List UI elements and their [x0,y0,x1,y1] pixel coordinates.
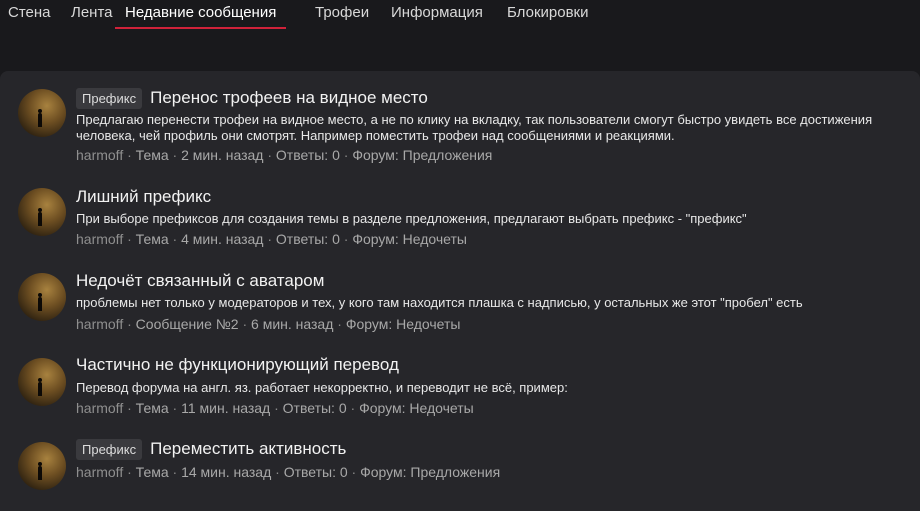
avatar[interactable] [18,358,66,406]
tab-label: Стена [8,4,51,21]
tab-label: Недавние сообщения [125,4,277,21]
tab-trophies[interactable]: Трофеи [315,0,369,30]
content-type: Тема [135,147,169,163]
post-snippet[interactable]: При выборе префиксов для создания темы в… [76,211,876,227]
post-meta: harmoff · Сообщение №2 · 6 мин. назад · … [76,316,461,332]
tab-label: Лента [71,4,113,21]
content-type: Тема [135,400,169,416]
post-time: 11 мин. назад [181,400,271,416]
content-type: Тема [135,464,169,480]
author-link[interactable]: harmoff [76,147,123,163]
tab-label: Трофеи [315,4,370,21]
post-title-row: Частично не функционирующий перевод [76,354,399,376]
forum-link[interactable]: Форум: Недочеты [359,400,474,416]
author-link[interactable]: harmoff [76,400,123,416]
post-snippet[interactable]: Предлагаю перенести трофеи на видное мес… [76,112,876,144]
avatar[interactable] [18,188,66,236]
profile-tabs: Стена Лента Недавние сообщения Трофеи Ин… [0,0,920,30]
tab-label: Блокировки [507,4,589,21]
post-time: 6 мин. назад [251,316,334,332]
post-snippet[interactable]: проблемы нет только у модераторов и тех,… [76,295,876,311]
prefix-badge[interactable]: Префикс [76,87,143,109]
reply-count: Ответы: 0 [283,464,348,480]
author-link[interactable]: harmoff [76,464,123,480]
tab-label: Информация [391,4,483,21]
tab-wall[interactable]: Стена [8,0,51,30]
reply-count: Ответы: 0 [275,231,340,247]
avatar[interactable] [18,442,66,490]
recent-posts-panel: Префикс Перенос трофеев на видное место … [0,71,920,511]
forum-link[interactable]: Форум: Недочеты [352,231,467,247]
post-meta: harmoff · Тема · 4 мин. назад · Ответы: … [76,231,467,247]
reply-count: Ответы: 0 [275,147,340,163]
forum-link[interactable]: Форум: Предложения [352,147,492,163]
active-tab-indicator [115,27,287,29]
avatar[interactable] [18,89,66,137]
post-title-row: Префикс Перенос трофеев на видное место [76,87,428,109]
post-title[interactable]: Частично не функционирующий перевод [76,355,399,375]
post-title[interactable]: Лишний префикс [76,187,211,207]
forum-link[interactable]: Форум: Предложения [360,464,500,480]
author-link[interactable]: harmoff [76,231,123,247]
prefix-badge[interactable]: Префикс [76,438,143,460]
content-type[interactable]: Сообщение №2 [136,316,239,332]
post-meta: harmoff · Тема · 11 мин. назад · Ответы:… [76,400,474,416]
tab-recent-posts[interactable]: Недавние сообщения [115,0,287,30]
content-type: Тема [135,231,169,247]
post-title[interactable]: Перенос трофеев на видное место [150,88,428,108]
author-link[interactable]: harmoff [76,316,123,332]
post-title-row: Префикс Переместить активность [76,438,346,460]
post-time: 2 мин. назад [181,147,264,163]
post-time: 14 мин. назад [181,464,272,480]
reply-count: Ответы: 0 [282,400,347,416]
post-meta: harmoff · Тема · 2 мин. назад · Ответы: … [76,147,493,163]
post-title[interactable]: Переместить активность [150,439,346,459]
post-title-row: Лишний префикс [76,186,211,208]
tab-bans[interactable]: Блокировки [507,0,588,30]
post-title[interactable]: Недочёт связанный с аватаром [76,271,324,291]
post-time: 4 мин. назад [181,231,264,247]
post-meta: harmoff · Тема · 14 мин. назад · Ответы:… [76,464,501,480]
tab-feed[interactable]: Лента [71,0,113,30]
post-snippet[interactable]: Перевод форума на англ. яз. работает нек… [76,380,876,396]
tab-information[interactable]: Информация [391,0,483,30]
post-title-row: Недочёт связанный с аватаром [76,270,324,292]
avatar[interactable] [18,273,66,321]
forum-link[interactable]: Форум: Недочеты [346,316,461,332]
